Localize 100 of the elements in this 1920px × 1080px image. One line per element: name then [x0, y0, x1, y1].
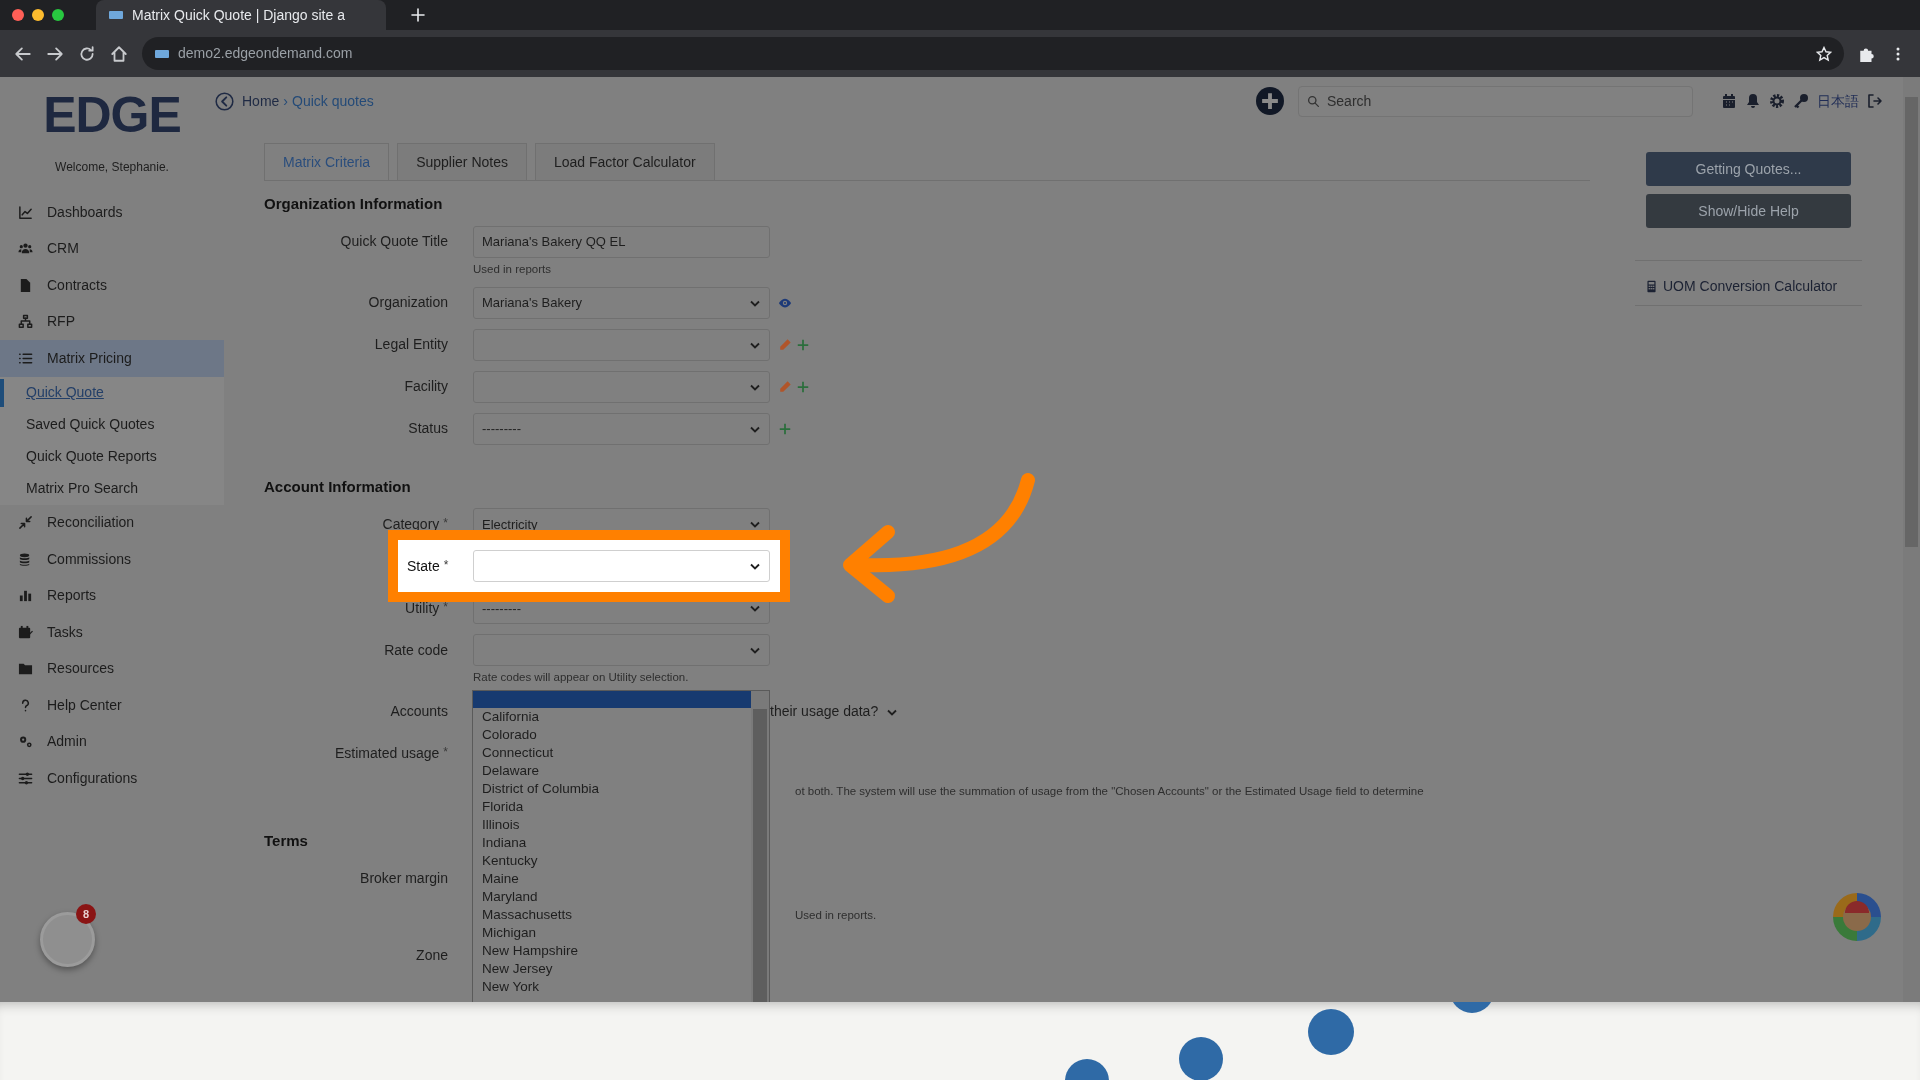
- add-circle-icon[interactable]: [1256, 87, 1284, 115]
- breadcrumb-separator: ›: [283, 91, 289, 111]
- sidebar-item[interactable]: Dashboards: [0, 194, 224, 231]
- calculator-icon: [1645, 280, 1658, 293]
- help-text: Used in reports: [473, 261, 551, 277]
- language-link[interactable]: 日本語: [1817, 90, 1859, 112]
- reload-icon[interactable]: [78, 44, 96, 63]
- tab[interactable]: Load Factor Calculator: [534, 143, 715, 180]
- field-label: State *: [407, 556, 450, 576]
- welcome-text: Welcome, Stephanie.: [54, 159, 170, 176]
- sidebar-subitem[interactable]: Matrix Pro Search: [0, 472, 224, 505]
- text-field[interactable]: Mariana's Bakery QQ EL: [473, 225, 770, 258]
- field-label: Rate code: [383, 640, 448, 660]
- field-label: Accounts: [389, 702, 448, 721]
- breadcrumb-link[interactable]: Home: [242, 90, 280, 112]
- dropdown-option[interactable]: Kentucky: [473, 852, 751, 870]
- dropdown-option[interactable]: Indiana: [473, 834, 751, 852]
- sign-out-icon[interactable]: [1867, 93, 1883, 109]
- field-label: Zone: [415, 946, 448, 965]
- window-control-icon[interactable]: [12, 9, 24, 21]
- dropdown-option[interactable]: Delaware: [473, 762, 751, 780]
- sidebar-item[interactable]: Configurations: [0, 760, 224, 797]
- new-tab-icon[interactable]: [410, 7, 426, 23]
- dropdown-option[interactable]: Michigan: [473, 924, 751, 942]
- field-label: Status: [407, 419, 448, 439]
- settings-icon[interactable]: [1769, 93, 1785, 109]
- compress-arrows-icon: [18, 515, 33, 531]
- breadcrumb-link[interactable]: Quick quotes: [292, 90, 374, 112]
- action-button[interactable]: Getting Quotes...: [1646, 152, 1851, 186]
- sidebar-item[interactable]: Reports: [0, 577, 224, 614]
- sidebar-item[interactable]: Help Center: [0, 687, 224, 724]
- notification-badge: 8: [76, 904, 96, 924]
- calendar-icon[interactable]: [1721, 93, 1737, 109]
- sliders-icon: [18, 770, 33, 786]
- scrollbar[interactable]: [751, 691, 769, 1002]
- logo: EDGE: [42, 90, 182, 140]
- select-field[interactable]: [473, 370, 770, 403]
- search-field[interactable]: Search: [1298, 85, 1693, 117]
- back-circle-icon[interactable]: [215, 91, 234, 111]
- help-text: Rate codes will appear on Utility selection.: [473, 670, 689, 686]
- dropdown-option[interactable]: New York: [473, 978, 751, 996]
- field-text: their usage data?: [770, 702, 879, 721]
- dropdown-option[interactable]: Massachusetts: [473, 906, 751, 924]
- chart-line-icon: [18, 204, 33, 220]
- dropdown-option[interactable]: Maryland: [473, 888, 751, 906]
- select-field[interactable]: Mariana's Bakery: [473, 286, 770, 319]
- field-label: Quick Quote Title: [339, 232, 448, 251]
- dropdown-option[interactable]: Connecticut: [473, 744, 751, 762]
- dropdown-option[interactable]: Colorado: [473, 726, 751, 744]
- calendar-edit-icon: [18, 624, 33, 640]
- dropdown-option[interactable]: Florida: [473, 798, 751, 816]
- bell-icon[interactable]: [1745, 93, 1761, 109]
- sidebar-subitem[interactable]: Quick Quote: [0, 376, 224, 409]
- search-icon: [1307, 94, 1320, 108]
- dropdown-option[interactable]: Illinois: [473, 816, 751, 834]
- section-heading: Account Information: [264, 476, 411, 497]
- dropdown-option[interactable]: District of Columbia: [473, 780, 751, 798]
- field-label: Organization: [367, 293, 448, 313]
- dropdown-option[interactable]: California: [473, 708, 751, 726]
- browser-tab[interactable]: Matrix Quick Quote | Django site a: [96, 0, 386, 30]
- key-icon[interactable]: [1793, 93, 1809, 109]
- sidebar-item[interactable]: RFP: [0, 303, 224, 340]
- section-heading: Organization Information: [264, 194, 443, 214]
- sidebar-subitem[interactable]: Saved Quick Quotes: [0, 408, 224, 441]
- folder-icon: [18, 661, 33, 677]
- sidebar-item[interactable]: Admin: [0, 723, 224, 760]
- sidebar-item[interactable]: CRM: [0, 230, 224, 267]
- sidebar-item[interactable]: Reconciliation: [0, 504, 224, 541]
- sidebar-item[interactable]: Contracts: [0, 267, 224, 304]
- calculator-link[interactable]: UOM Conversion Calculator: [1635, 261, 1862, 306]
- help-text: Used in reports.: [795, 908, 877, 924]
- select-field[interactable]: [473, 634, 770, 667]
- dropdown-option[interactable]: New Hampshire: [473, 942, 751, 960]
- star-icon[interactable]: [1816, 45, 1832, 62]
- required-mark: *: [443, 515, 448, 530]
- sidebar-item[interactable]: Commissions: [0, 541, 224, 578]
- field-label: Facility: [403, 377, 448, 397]
- dropdown-option[interactable]: Maine: [473, 870, 751, 888]
- sidebar-subitem[interactable]: Quick Quote Reports: [0, 440, 224, 473]
- action-button[interactable]: Show/Hide Help: [1646, 194, 1851, 228]
- gears-icon: [18, 734, 33, 750]
- sidebar-item[interactable]: Matrix Pricing: [0, 340, 224, 377]
- window-control-icon[interactable]: [52, 9, 64, 21]
- scrollbar[interactable]: [1903, 77, 1920, 1002]
- welcome-badge-icon[interactable]: [40, 912, 95, 967]
- home-icon[interactable]: [110, 44, 128, 63]
- field-label: Utility *: [404, 598, 448, 618]
- address-bar[interactable]: demo2.edgeondemand.com: [142, 37, 1844, 70]
- field-label: Legal Entity: [373, 335, 448, 355]
- sidebar-item[interactable]: Tasks: [0, 614, 224, 651]
- sidebar-item[interactable]: Resources: [0, 650, 224, 687]
- required-mark: *: [443, 557, 449, 572]
- tab[interactable]: Matrix Criteria: [264, 143, 390, 180]
- section-heading: Terms: [264, 830, 308, 851]
- select-field[interactable]: ---------: [473, 412, 770, 445]
- field-label: Broker margin: [359, 868, 448, 888]
- dropdown-option[interactable]: New Jersey: [473, 960, 751, 978]
- select-field[interactable]: [473, 328, 770, 361]
- tab[interactable]: Supplier Notes: [397, 143, 527, 180]
- window-control-icon[interactable]: [32, 9, 44, 21]
